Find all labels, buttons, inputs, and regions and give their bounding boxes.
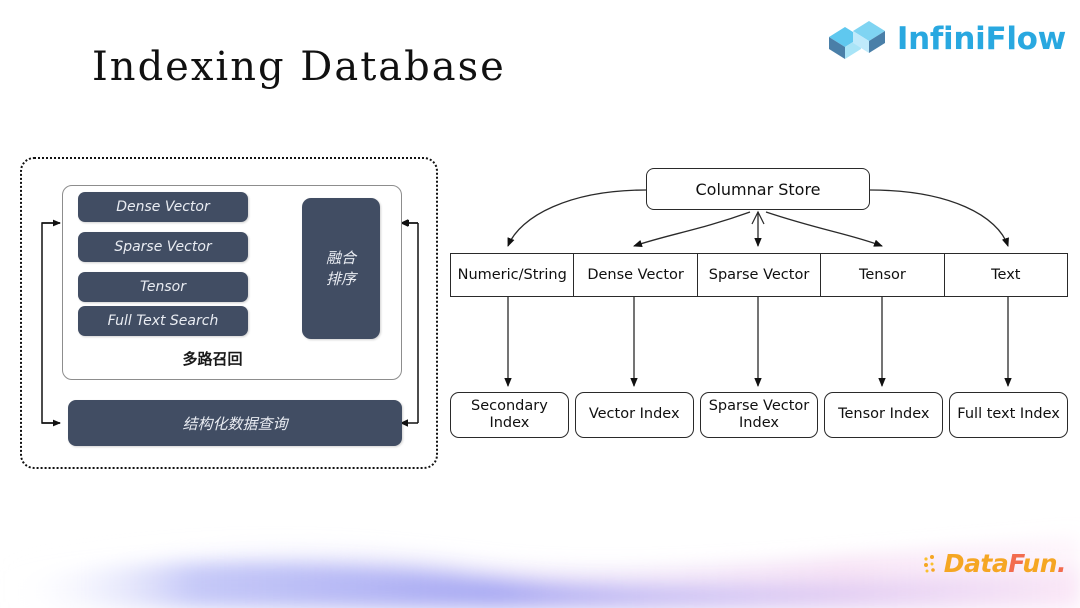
datafun-dots-icon bbox=[923, 554, 935, 572]
bottom-gradient-wave bbox=[0, 536, 1080, 608]
datafun-un: un bbox=[1022, 549, 1057, 578]
index-tensor[interactable]: Tensor Index bbox=[824, 392, 944, 438]
data-type-sparse-vector[interactable]: Sparse Vector bbox=[698, 254, 822, 296]
data-type-tensor[interactable]: Tensor bbox=[821, 254, 945, 296]
index-full-text-label: Full text Index bbox=[957, 406, 1060, 423]
index-sparse-line1: Sparse Vector bbox=[708, 397, 810, 414]
fusion-line-2: 排序 bbox=[325, 269, 356, 288]
index-tensor-label: Tensor Index bbox=[838, 406, 930, 423]
data-type-numeric-string[interactable]: Numeric/String bbox=[451, 254, 575, 296]
datafun-ata: ata bbox=[964, 549, 1009, 578]
index-sparse-vector[interactable]: Sparse Vector Index bbox=[699, 392, 819, 438]
retrieval-method-dense-vector[interactable]: Dense Vector bbox=[78, 192, 248, 222]
datafun-d: D bbox=[943, 549, 965, 578]
index-full-text[interactable]: Full text Index bbox=[949, 392, 1068, 438]
page-title: Indexing Database bbox=[92, 44, 506, 90]
infiniflow-logo: InfiniFlow bbox=[827, 16, 1066, 62]
infinity-cube-icon bbox=[828, 21, 885, 59]
retrieval-method-full-text-search[interactable]: Full Text Search bbox=[78, 306, 248, 336]
index-sparse-line2: Index bbox=[739, 415, 779, 431]
fusion-line-1: 融合 bbox=[325, 249, 356, 268]
datafun-f: F bbox=[1008, 549, 1023, 578]
index-row: Secondary Index Vector Index Sparse Vect… bbox=[450, 392, 1068, 438]
index-secondary-line2: Index bbox=[489, 415, 530, 431]
datafun-dot: . bbox=[1057, 549, 1067, 578]
index-vector[interactable]: Vector Index bbox=[574, 392, 694, 438]
storage-index-diagram: Columnar Store Numeric/String Dense Vect… bbox=[450, 168, 1070, 440]
datafun-logo: DataFun. bbox=[923, 549, 1067, 578]
index-vector-label: Vector Index bbox=[588, 406, 680, 423]
columnar-store-box[interactable]: Columnar Store bbox=[646, 168, 870, 210]
data-type-dense-vector[interactable]: Dense Vector bbox=[574, 254, 698, 296]
structured-query-bar[interactable]: 结构化数据查询 bbox=[68, 400, 402, 446]
retrieval-method-tensor[interactable]: Tensor bbox=[78, 272, 248, 302]
data-type-text[interactable]: Text bbox=[945, 254, 1067, 296]
brand-name: InfiniFlow bbox=[896, 21, 1066, 57]
index-secondary[interactable]: Secondary Index bbox=[450, 392, 569, 438]
multiway-recall-label: 多路召回 bbox=[182, 350, 243, 368]
fusion-rank-box[interactable]: 融合 排序 bbox=[302, 198, 380, 339]
index-secondary-line1: Secondary bbox=[471, 397, 548, 414]
retrieval-method-sparse-vector[interactable]: Sparse Vector bbox=[78, 232, 248, 262]
data-type-row: Numeric/String Dense Vector Sparse Vecto… bbox=[450, 253, 1068, 297]
